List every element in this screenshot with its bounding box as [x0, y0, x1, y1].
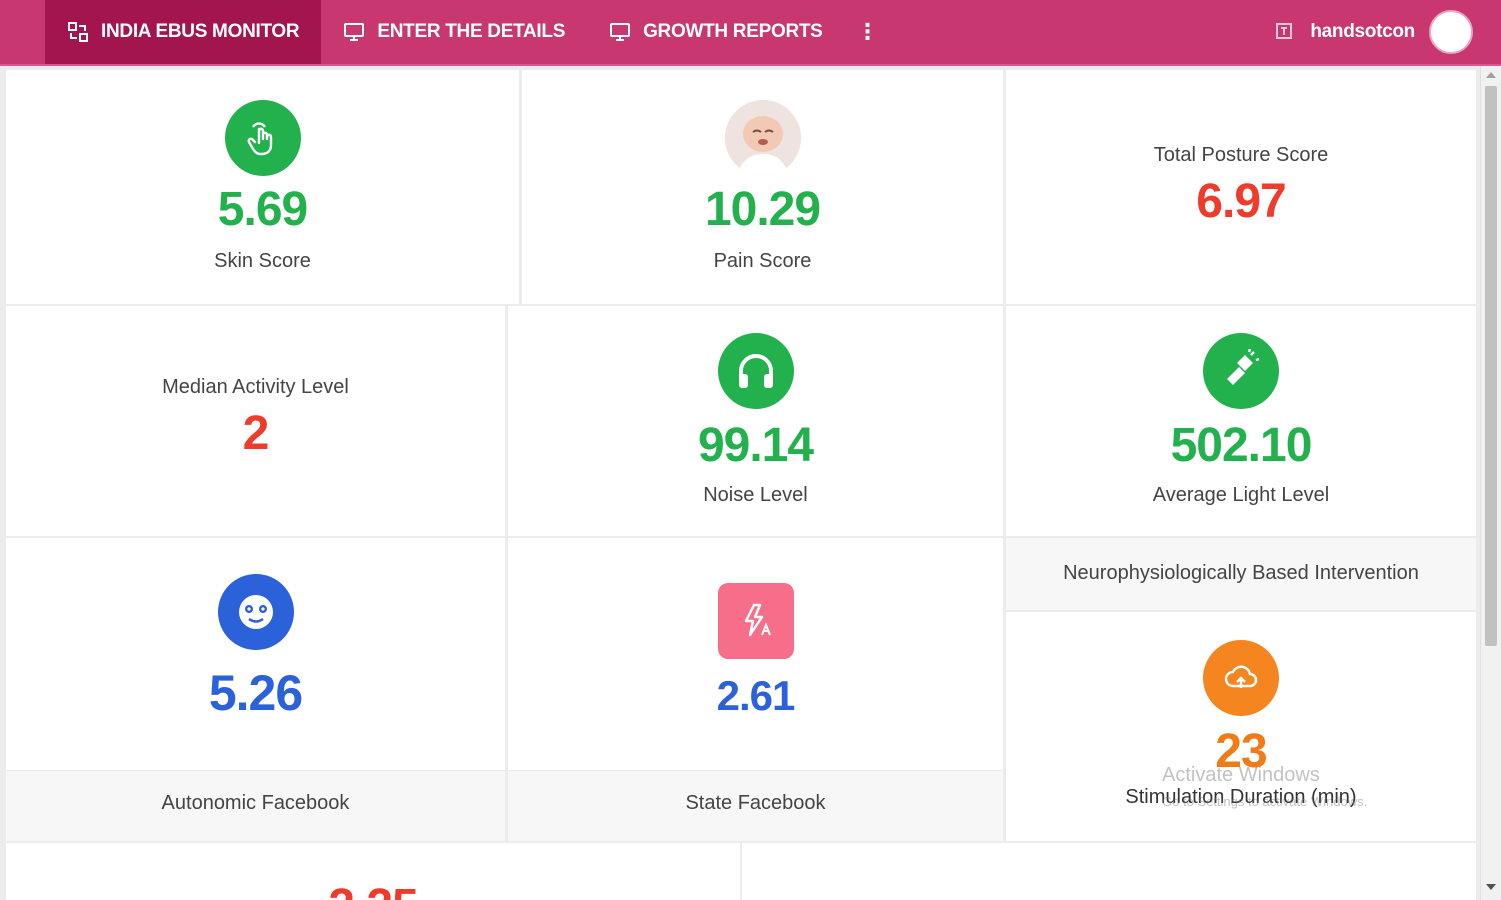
average-light-label: Average Light Level [1152, 484, 1330, 506]
pain-score-card[interactable]: 10.29 Pain Score [522, 70, 1003, 304]
scrollbar-thumb[interactable] [1485, 86, 1497, 646]
vertical-scrollbar[interactable] [1480, 66, 1501, 900]
nav-label: INDIA EBUS MONITOR [101, 21, 300, 42]
flashlight-icon [1203, 333, 1279, 409]
state-facebook-label: State Facebook [685, 792, 826, 814]
nav-label: ENTER THE DETAILS [377, 21, 566, 42]
autonomic-facebook-card[interactable]: 5.26 [6, 538, 505, 770]
nav-item-india-ebus-monitor[interactable]: INDIA EBUS MONITOR [45, 0, 322, 64]
scroll-up-arrow-icon[interactable] [1486, 72, 1496, 78]
average-light-value: 502.10 [1170, 419, 1313, 472]
nav-label: GROWTH REPORTS [643, 21, 823, 42]
noise-level-value: 99.14 [697, 419, 814, 472]
top-navbar: INDIA EBUS MONITOR ENTER THE DETAILS GRO… [0, 0, 1501, 66]
state-facebook-value: 2.61 [716, 672, 796, 719]
bottom-left-value: 2.25 [6, 879, 740, 900]
autonomic-facebook-label: Autonomic Facebook [161, 792, 350, 814]
median-activity-value: 2 [242, 407, 270, 460]
skin-score-value: 5.69 [217, 183, 308, 236]
intervention-title: Neurophysiologically Based Intervention [1063, 562, 1419, 584]
more-menu-icon[interactable]: ⋮ [845, 0, 891, 64]
monitor-nodes-icon [67, 21, 89, 43]
total-posture-score-title: Total Posture Score [1153, 144, 1329, 166]
median-activity-title: Median Activity Level [162, 376, 349, 398]
cloud-upload-icon [1203, 640, 1279, 716]
pain-score-label: Pain Score [713, 250, 812, 272]
state-facebook-card[interactable]: 2.61 [508, 538, 1003, 770]
pain-score-value: 10.29 [704, 183, 821, 236]
scroll-down-arrow-icon[interactable] [1486, 884, 1496, 890]
autonomic-facebook-value: 5.26 [208, 665, 303, 721]
avatar[interactable] [1429, 10, 1473, 54]
user-name[interactable]: handsotcon [1310, 21, 1415, 43]
skin-score-label: Skin Score [214, 250, 311, 272]
smiley-face-icon [217, 574, 294, 650]
nav-item-growth-reports[interactable]: GROWTH REPORTS [587, 0, 844, 64]
noise-level-label: Noise Level [703, 484, 808, 506]
flash-auto-icon [717, 583, 794, 659]
activate-windows-subtitle: Go to Settings to activate Windows. [1162, 794, 1368, 809]
average-light-card[interactable]: 502.10 Average Light Level [1006, 306, 1476, 536]
desktop-icon [609, 21, 631, 43]
skin-score-card[interactable]: 5.69 Skin Score [6, 70, 519, 304]
bottom-right-card[interactable] [742, 843, 1476, 900]
state-facebook-footer: State Facebook [508, 771, 1003, 841]
headphones-icon [717, 333, 794, 409]
baby-face-icon [724, 100, 801, 176]
desktop-icon [343, 21, 365, 43]
language-icon[interactable] [1274, 21, 1296, 43]
total-posture-score-card[interactable]: Total Posture Score 6.97 [1006, 70, 1476, 304]
hand-touch-icon [224, 100, 301, 176]
activate-windows-watermark: Activate Windows [1162, 764, 1320, 786]
intervention-header: Neurophysiologically Based Intervention [1006, 538, 1476, 610]
median-activity-card[interactable]: Median Activity Level 2 [6, 306, 505, 536]
nav-item-enter-details[interactable]: ENTER THE DETAILS [321, 0, 587, 64]
autonomic-facebook-footer: Autonomic Facebook [6, 771, 505, 841]
bottom-left-card[interactable]: 2.25 [6, 843, 740, 900]
total-posture-score-value: 6.97 [1196, 175, 1286, 228]
noise-level-card[interactable]: 99.14 Noise Level [508, 306, 1003, 536]
